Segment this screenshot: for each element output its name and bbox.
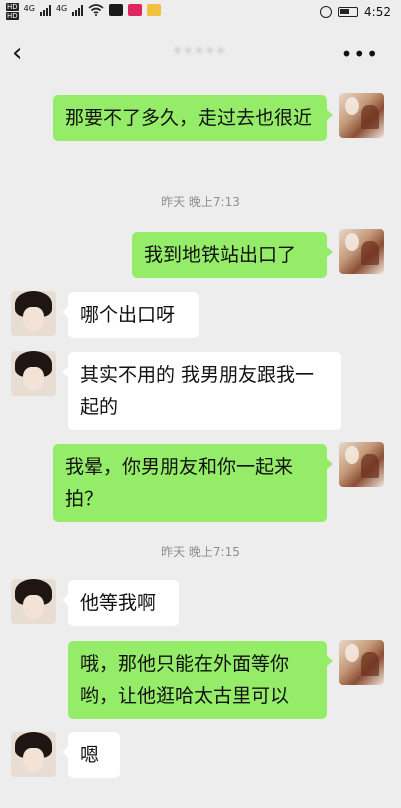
received-message[interactable]: 其实不用的 我男朋友跟我一起的: [62, 352, 341, 430]
hd-badges: HD HD: [6, 3, 19, 20]
contact-avatar[interactable]: [11, 351, 56, 396]
my-avatar[interactable]: [339, 640, 384, 685]
received-message[interactable]: 他等我啊: [62, 580, 179, 626]
hd-badge: HD: [6, 12, 19, 20]
contact-avatar[interactable]: [11, 732, 56, 777]
network-label: 4G: [55, 4, 68, 13]
status-bar: HD HD 4G 4G 4:52: [0, 0, 401, 26]
signal-icon: [72, 5, 84, 16]
message-text: 那要不了多久，走过去也很近: [65, 107, 313, 129]
contact-avatar[interactable]: [11, 291, 56, 336]
battery-icon: [338, 7, 359, 17]
message-text: 哪个出口呀: [80, 304, 176, 326]
clock: 4:52: [364, 5, 391, 19]
status-right: 4:52: [320, 5, 391, 19]
my-avatar[interactable]: [339, 229, 384, 274]
more-options-button[interactable]: •••: [341, 42, 379, 66]
my-avatar[interactable]: [339, 93, 384, 138]
network-label: 4G: [23, 4, 35, 13]
alarm-icon: [320, 6, 333, 18]
timestamp: 昨天 晚上7:15: [161, 545, 240, 559]
timestamp: 昨天 晚上7:13: [161, 195, 240, 209]
tiktok-icon: [128, 4, 143, 16]
my-avatar[interactable]: [339, 442, 384, 487]
chevron-left-icon[interactable]: ‹: [12, 40, 22, 66]
app-notification-icon: [147, 4, 162, 16]
app-notification-icon: [109, 4, 124, 16]
sent-message[interactable]: 我晕，你男朋友和你一起来拍？: [53, 444, 333, 522]
message-text: 嗯: [80, 744, 100, 766]
wifi-icon: [88, 4, 104, 16]
status-left: HD HD 4G 4G: [6, 3, 162, 20]
message-text: 哦，那他只能在外面等你哟，让他逛哈太古里可以: [80, 653, 290, 707]
contact-avatar[interactable]: [11, 579, 56, 624]
bottom-edge: [0, 796, 401, 808]
hd-badge: HD: [6, 3, 19, 11]
received-message[interactable]: 嗯: [62, 732, 120, 778]
message-text: 我晕，你男朋友和你一起来拍？: [65, 456, 294, 510]
sent-message[interactable]: 我到地铁站出口了: [132, 232, 333, 278]
signal-icon: [39, 5, 51, 16]
chat-header: ‹ ••••• •••: [0, 26, 401, 82]
message-text: 他等我啊: [80, 592, 157, 614]
message-text: 其实不用的 我男朋友跟我一起的: [80, 364, 315, 418]
sent-message[interactable]: 那要不了多久，走过去也很近: [53, 95, 333, 141]
chat-title: •••••: [172, 42, 228, 60]
received-message[interactable]: 哪个出口呀: [62, 292, 199, 338]
sent-message[interactable]: 哦，那他只能在外面等你哟，让他逛哈太古里可以: [68, 641, 333, 719]
message-text: 我到地铁站出口了: [144, 244, 297, 266]
